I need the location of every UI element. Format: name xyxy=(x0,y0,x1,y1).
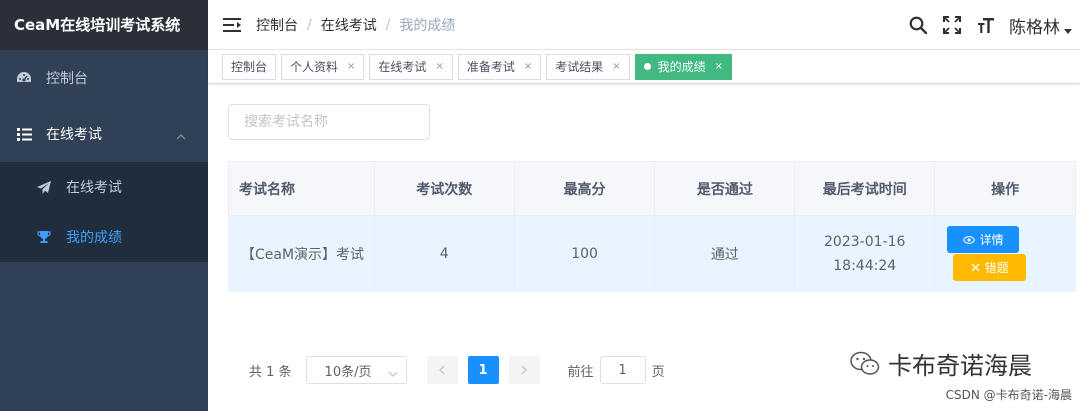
font-size-icon[interactable] xyxy=(969,0,1003,50)
wrong-questions-button[interactable]: 错题 xyxy=(953,254,1027,281)
hamburger-icon[interactable] xyxy=(208,0,256,50)
tag-label: 考试结果 xyxy=(555,60,604,74)
breadcrumb-item-current: 我的成绩 xyxy=(399,17,456,34)
cell-last-time: 2023-01-16 18:44:24 xyxy=(794,215,936,292)
goto-suffix: 页 xyxy=(651,364,665,380)
tag-prepare-exam[interactable]: 准备考试 × xyxy=(457,53,542,80)
page-number-button[interactable]: 1 xyxy=(467,356,499,384)
column-header-last-time: 最后考试时间 xyxy=(794,161,936,216)
table-header-row: 考试名称 考试次数 最高分 是否通过 最后考试时间 操作 xyxy=(228,161,1076,216)
chevron-up-icon xyxy=(176,128,186,144)
close-icon[interactable]: × xyxy=(715,61,723,72)
navbar-right: 陈格林 xyxy=(901,0,1080,50)
page-size-value: 10条/页 xyxy=(324,364,372,380)
pagination: 共 1 条 10条/页 1 前往 页 xyxy=(249,356,665,384)
column-header-passed: 是否通过 xyxy=(654,161,796,216)
breadcrumb: 控制台 / 在线考试 / 我的成绩 xyxy=(256,15,456,35)
tag-dashboard[interactable]: 控制台 xyxy=(222,53,277,80)
close-icon xyxy=(971,263,980,272)
table-row: 【CeaM演示】考试 4 100 通过 2023-01-16 18:44:24 … xyxy=(228,215,1076,292)
column-header-attempts: 考试次数 xyxy=(373,161,515,216)
caret-down-icon[interactable] xyxy=(1064,22,1072,38)
cell-passed: 通过 xyxy=(654,215,796,292)
pagination-total: 共 1 条 xyxy=(249,364,292,380)
tag-label: 个人资料 xyxy=(290,60,339,74)
goto-prefix: 前往 xyxy=(567,364,594,380)
breadcrumb-item-online-exam[interactable]: 在线考试 xyxy=(321,15,377,35)
cell-attempts: 4 xyxy=(373,215,515,292)
sidebar-item-my-scores[interactable]: 我的成绩 xyxy=(0,212,208,262)
cell-actions: 详情 错题 xyxy=(934,215,1076,292)
tags-view: 控制台 个人资料 × 在线考试 × 准备考试 × 考试结果 × 我的成绩 × xyxy=(208,50,1080,84)
user-name[interactable]: 陈格林 xyxy=(1009,13,1060,38)
close-icon[interactable]: × xyxy=(435,61,443,72)
tag-label: 我的成绩 xyxy=(657,60,706,74)
detail-button-label: 详情 xyxy=(979,233,1004,247)
tag-online-exam[interactable]: 在线考试 × xyxy=(369,53,453,80)
list-icon xyxy=(16,126,32,142)
chevron-left-icon xyxy=(439,365,445,375)
search-input[interactable] xyxy=(228,104,430,140)
navbar: 控制台 / 在线考试 / 我的成绩 陈格林 xyxy=(208,0,1080,50)
app-title: CeaM在线培训考试系统 xyxy=(0,0,208,50)
sidebar-item-online-exam[interactable]: 在线考试 xyxy=(0,162,208,212)
submenu-online-exam: 在线考试 我的成绩 xyxy=(0,162,208,262)
sidebar-item-label: 控制台 xyxy=(46,71,88,87)
csdn-watermark: CSDN @卡布奇诺-海晨 xyxy=(945,388,1072,402)
search-icon[interactable] xyxy=(901,0,935,50)
scores-table: 考试名称 考试次数 最高分 是否通过 最后考试时间 操作 【CeaM演示】考试 … xyxy=(228,161,1076,292)
column-header-actions: 操作 xyxy=(934,161,1076,216)
active-dot-icon xyxy=(643,63,651,70)
close-icon[interactable]: × xyxy=(524,61,532,72)
tag-exam-result[interactable]: 考试结果 × xyxy=(546,53,630,80)
tag-label: 准备考试 xyxy=(466,60,515,74)
tag-label: 控制台 xyxy=(231,60,268,74)
sidebar-item-dashboard[interactable]: 控制台 xyxy=(0,50,208,106)
wrong-questions-button-label: 错题 xyxy=(984,261,1009,275)
detail-button[interactable]: 详情 xyxy=(947,226,1020,253)
eye-icon xyxy=(962,235,975,244)
goto-page-input[interactable] xyxy=(599,356,646,384)
sidebar-item-label: 在线考试 xyxy=(46,127,102,143)
breadcrumb-item-dashboard[interactable]: 控制台 xyxy=(256,15,298,35)
next-page-button[interactable] xyxy=(508,356,540,384)
trophy-icon xyxy=(36,229,52,245)
close-icon[interactable]: × xyxy=(612,61,620,72)
tag-profile[interactable]: 个人资料 × xyxy=(281,53,365,80)
cell-exam-name: 【CeaM演示】考试 xyxy=(228,215,375,292)
tag-my-scores[interactable]: 我的成绩 × xyxy=(634,53,733,80)
sidebar: CeaM在线培训考试系统 控制台 在线考试 在线考试 我的成绩 xyxy=(0,0,208,411)
dashboard-icon xyxy=(16,70,32,86)
sidebar-item-online-exam-group[interactable]: 在线考试 xyxy=(0,106,208,162)
chevron-down-icon xyxy=(388,366,398,381)
column-header-exam-name: 考试名称 xyxy=(228,161,375,216)
chevron-right-icon xyxy=(521,365,527,375)
sidebar-item-label: 我的成绩 xyxy=(66,230,122,246)
sidebar-item-label: 在线考试 xyxy=(66,180,122,196)
wechat-watermark-text: 卡布奇诺海晨 xyxy=(888,352,1032,380)
cell-max-score: 100 xyxy=(513,215,656,292)
fullscreen-icon[interactable] xyxy=(935,0,969,50)
tag-label: 在线考试 xyxy=(378,60,427,74)
page-size-select[interactable]: 10条/页 xyxy=(305,356,407,384)
wechat-icon xyxy=(850,351,880,377)
wechat-watermark: 卡布奇诺海晨 xyxy=(850,346,1032,381)
close-icon[interactable]: × xyxy=(347,61,355,72)
prev-page-button[interactable] xyxy=(426,356,458,384)
column-header-max-score: 最高分 xyxy=(513,161,656,216)
paper-plane-icon xyxy=(36,179,52,195)
